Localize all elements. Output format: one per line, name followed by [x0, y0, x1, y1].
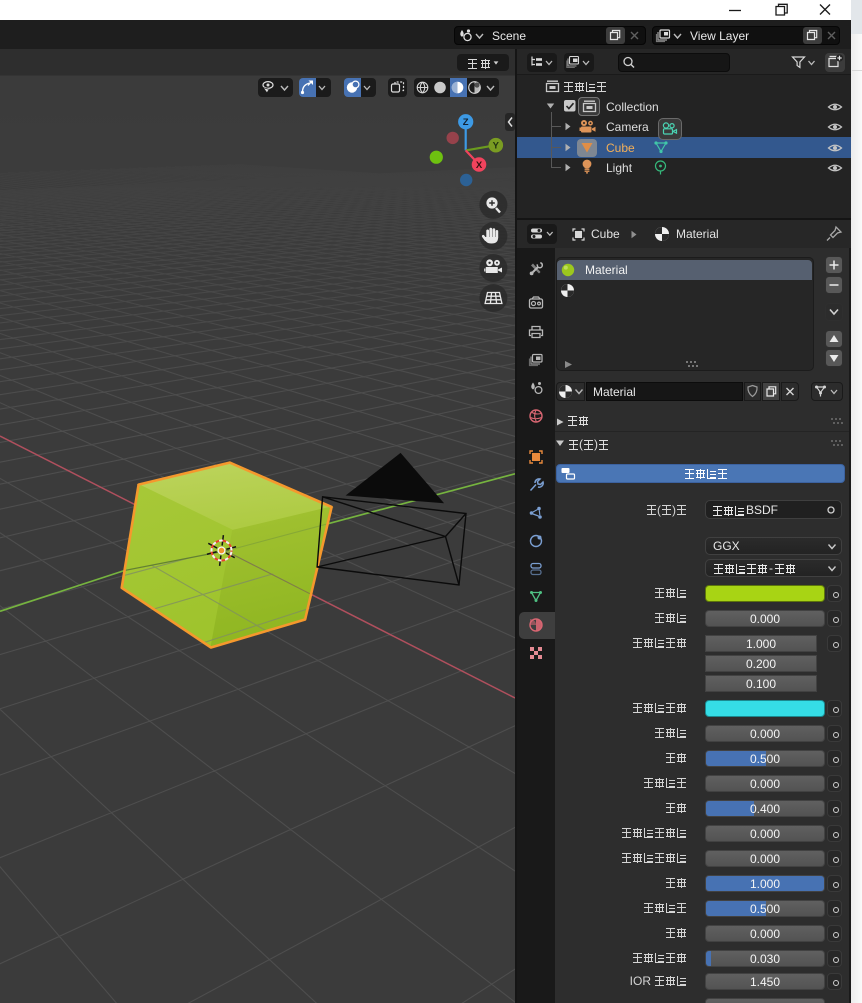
svg-text:Y: Y	[493, 141, 500, 152]
svg-text:X: X	[476, 160, 483, 171]
svg-text:Z: Z	[463, 117, 469, 128]
